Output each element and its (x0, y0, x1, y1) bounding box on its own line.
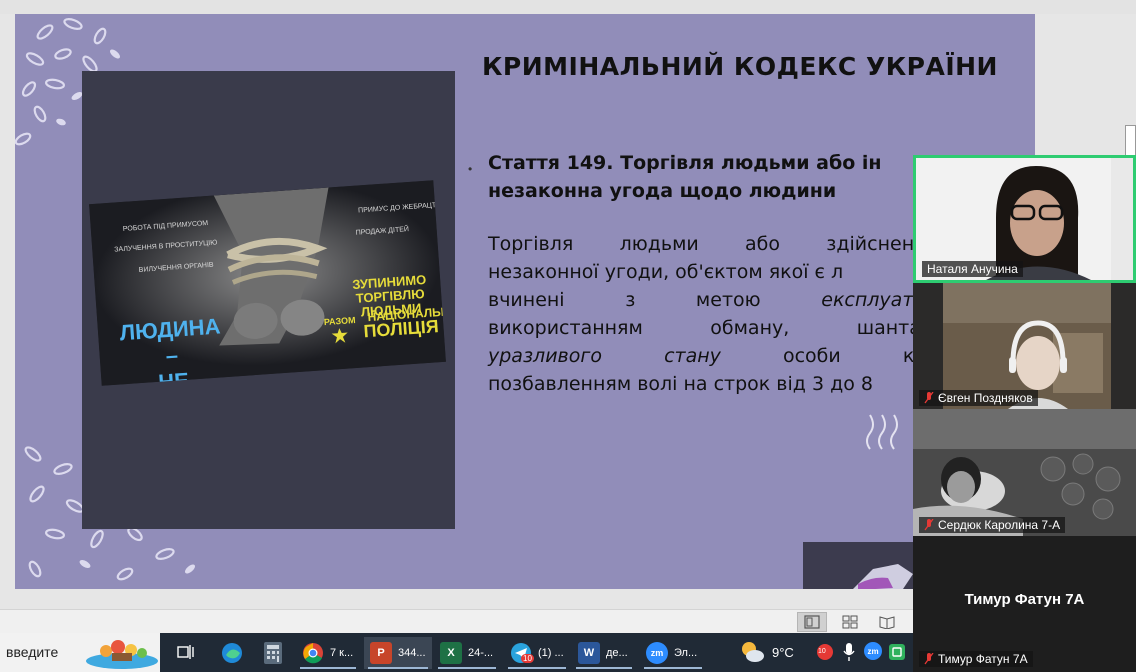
telegram-badge: 10 (521, 654, 534, 663)
taskbar-search[interactable]: введите (0, 633, 160, 672)
edge-browser-icon[interactable] (220, 641, 244, 665)
bullet: • (468, 162, 473, 176)
weather-icon[interactable] (738, 639, 766, 665)
slide-sorter-button[interactable] (835, 612, 865, 632)
article-title: Стаття 149. Торгівля людьми або ін незак… (488, 152, 882, 202)
participant-tile[interactable]: Євген Поздняков (913, 283, 1136, 409)
calculator-icon[interactable] (262, 641, 284, 665)
participant-tile[interactable]: Сердюк Каролина 7-А (913, 409, 1136, 536)
participant-tile[interactable]: Тимур Фатун 7А Тимур Фатун 7А (913, 536, 1136, 672)
search-highlight-image-icon (86, 640, 158, 669)
article-line: Торгівля людьми або здійснення (488, 233, 938, 255)
scrollbar-thumb[interactable] (1125, 125, 1136, 158)
participant-tile-active[interactable]: Наталя Анучина (913, 155, 1136, 283)
police-emblem-icon (331, 328, 348, 344)
slide-sorter-icon (842, 615, 858, 629)
zoom-participants-panel: Наталя Анучина Євген Поздняков Сердюк Ка… (913, 155, 1136, 672)
participant-name: Тимур Фатун 7А (919, 651, 1033, 667)
reading-view-icon (879, 616, 895, 629)
anti-trafficking-banner: РОБОТА ПІД ПРИМУСОМ ЗАЛУЧЕННЯ В ПРОСТИТУ… (89, 180, 446, 386)
chrome-icon (303, 643, 323, 664)
article-line: уразливого стану особи кар (488, 345, 938, 367)
taskbar-item-excel[interactable]: X 24-... (434, 637, 500, 669)
top-strip (0, 0, 1136, 14)
tray-app-icon[interactable] (888, 643, 906, 661)
mic-muted-icon (924, 653, 934, 665)
participant-name: Євген Поздняков (919, 390, 1038, 406)
powerpoint-icon: P (370, 642, 392, 664)
banner-police-line2: ПОЛІЦІЯ (362, 316, 440, 342)
telegram-icon: 10 (510, 642, 534, 664)
article-line: вчинені з метою експлуатац (488, 289, 938, 311)
weather-temperature[interactable]: 9°C (772, 645, 794, 660)
participant-name: Сердюк Каролина 7-А (919, 517, 1066, 533)
task-view-icon[interactable] (176, 643, 194, 661)
taskbar-item-telegram[interactable]: 10 (1) ... (504, 637, 570, 669)
tray-notification-icon[interactable]: 10 (816, 643, 834, 661)
taskbar-item-powerpoint[interactable]: P 344... (364, 637, 432, 669)
zoom-tray-icon[interactable]: zm (864, 642, 882, 660)
banner-slogan: ЛЮДИНА – НЕ ТОВАР! (118, 313, 222, 386)
person-illustration-icon (803, 542, 923, 589)
word-icon: W (578, 642, 600, 664)
microphone-icon[interactable] (842, 642, 856, 662)
slide-title: КРИМІНАЛЬНИЙ КОДЕКС УКРАЇНИ (482, 52, 998, 81)
taskbar-item-zoom[interactable]: zm Эл... (640, 637, 706, 669)
normal-view-button[interactable] (797, 612, 827, 632)
reading-view-button[interactable] (872, 612, 902, 632)
taskbar-item-chrome[interactable]: 7 к... (296, 637, 360, 669)
steam-decoration-icon (866, 414, 898, 450)
desktop: КРИМІНАЛЬНИЙ КОДЕКС УКРАЇНИ РОБОТА ПІД П (0, 0, 1136, 672)
zoom-icon: zm (646, 642, 668, 664)
participant-name: Наталя Анучина (922, 261, 1023, 277)
normal-view-icon (804, 615, 820, 629)
participant-name-large: Тимур Фатун 7А (964, 591, 1085, 608)
presentation-slide[interactable]: КРИМІНАЛЬНИЙ КОДЕКС УКРАЇНИ РОБОТА ПІД П (15, 14, 1035, 589)
search-text: введите (6, 644, 59, 660)
excel-icon: X (440, 642, 462, 664)
article-line: використанням обману, шантаж (488, 317, 938, 339)
taskbar-item-word[interactable]: W де... (572, 637, 636, 669)
mic-muted-icon (924, 519, 934, 531)
mic-muted-icon (924, 392, 934, 404)
